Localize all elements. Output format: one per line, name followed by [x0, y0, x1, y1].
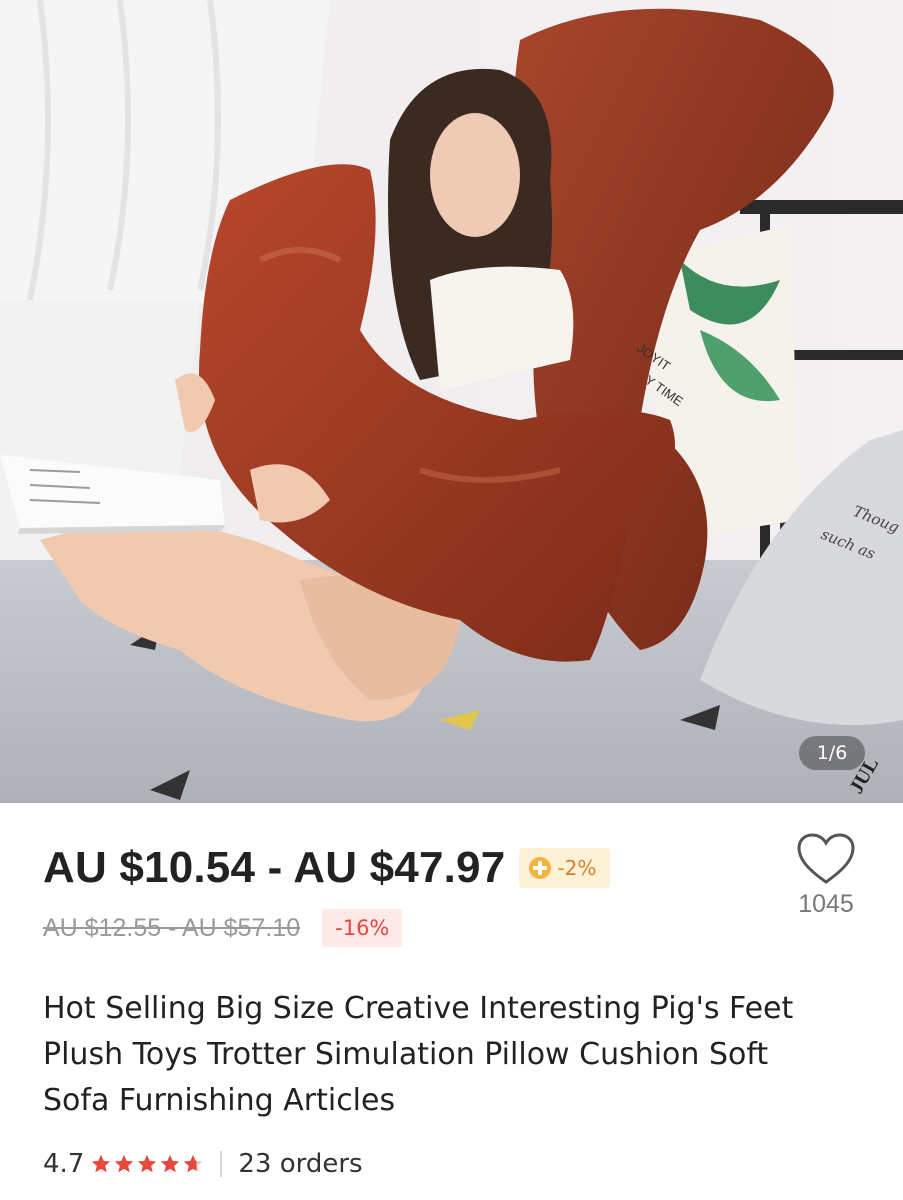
product-photo: JOYIT Y TIME Thoug such as JUL [0, 0, 903, 803]
coin-plus-icon [529, 857, 552, 879]
coin-discount-badge[interactable]: -2% [519, 848, 611, 888]
price-row: AU $10.54 - AU $47.97 -2% [43, 838, 611, 898]
wishlist-button[interactable]: 1045 [790, 832, 862, 919]
price-range: AU $10.54 - AU $47.97 [43, 843, 506, 892]
wishlist-count: 1045 [798, 890, 854, 918]
order-count: 23 orders [238, 1149, 363, 1179]
coin-discount-value: -2% [557, 856, 597, 880]
image-counter: 1/6 [799, 736, 865, 770]
rating-value: 4.7 [43, 1149, 85, 1179]
product-page: JOYIT Y TIME Thoug such as JUL 1/6 AU $1… [0, 0, 903, 1200]
original-price: AU $12.55 - AU $57.10 [43, 913, 301, 942]
product-title: Hot Selling Big Size Creative Interestin… [43, 991, 794, 1118]
product-image-gallery[interactable]: JOYIT Y TIME Thoug such as JUL 1/6 [0, 0, 903, 803]
star-rating [90, 1153, 204, 1175]
star-icon [161, 1154, 180, 1173]
original-price-row: AU $12.55 - AU $57.10 -16% [43, 908, 403, 948]
half-star-icon [184, 1154, 203, 1173]
star-icon [92, 1154, 111, 1173]
heart-icon [797, 833, 855, 884]
star-icon [138, 1154, 157, 1173]
star-icon [115, 1154, 134, 1173]
rating-row[interactable]: 4.7 23 orders [43, 1144, 363, 1184]
divider [220, 1151, 223, 1177]
discount-badge: -16% [322, 909, 403, 947]
